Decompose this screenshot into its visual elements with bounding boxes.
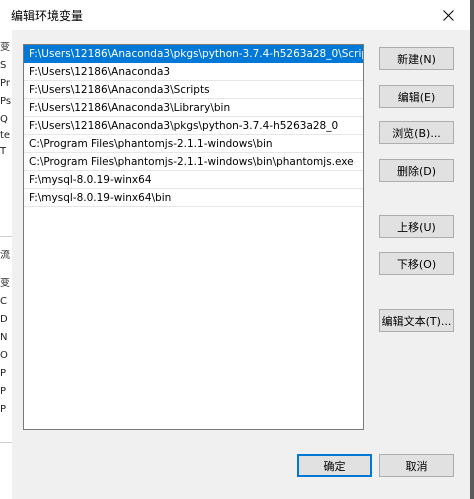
new-button[interactable]: 新建(N) (379, 47, 454, 70)
path-list[interactable]: F:\Users\12186\Anaconda3\pkgs\python-3.7… (23, 44, 364, 430)
edit-text-button[interactable]: 编辑文本(T)... (379, 309, 454, 332)
edit-button[interactable]: 编辑(E) (379, 85, 454, 108)
dialog-bottom-edge (12, 493, 474, 499)
list-item[interactable]: F:\mysql-8.0.19-winx64 (24, 171, 363, 189)
list-item[interactable]: C:\Program Files\phantomjs-2.1.1-windows… (24, 135, 363, 153)
list-item[interactable]: F:\Users\12186\Anaconda3\pkgs\python-3.7… (24, 117, 363, 135)
close-icon (442, 9, 454, 21)
edit-environment-variable-dialog: 编辑环境变量 F:\Users\12186\Anaconda3\pkgs\pyt… (0, 0, 474, 499)
list-item[interactable]: F:\Users\12186\Anaconda3\Library\bin (24, 99, 363, 117)
ok-button[interactable]: 确定 (297, 454, 372, 477)
move-down-button[interactable]: 下移(O) (379, 252, 454, 275)
list-item[interactable]: F:\mysql-8.0.19-winx64\bin (24, 189, 363, 207)
list-item[interactable]: C:\Program Files\phantomjs-2.1.1-windows… (24, 153, 363, 171)
screen: 变 S Pr Ps Q te T 流 变 C D N O P P P 编辑环境变… (0, 0, 474, 499)
cancel-button[interactable]: 取消 (379, 454, 454, 477)
list-item[interactable]: F:\Users\12186\Anaconda3\pkgs\python-3.7… (24, 45, 363, 63)
list-item[interactable]: F:\Users\12186\Anaconda3\Scripts (24, 81, 363, 99)
delete-button[interactable]: 删除(D) (379, 159, 454, 182)
title-bar[interactable]: 编辑环境变量 (0, 0, 474, 30)
dialog-title: 编辑环境变量 (11, 9, 84, 23)
browse-button[interactable]: 浏览(B)... (379, 121, 454, 144)
close-button[interactable] (426, 0, 470, 30)
list-item[interactable]: F:\Users\12186\Anaconda3 (24, 63, 363, 81)
move-up-button[interactable]: 上移(U) (379, 215, 454, 238)
dialog-right-edge (470, 0, 474, 499)
